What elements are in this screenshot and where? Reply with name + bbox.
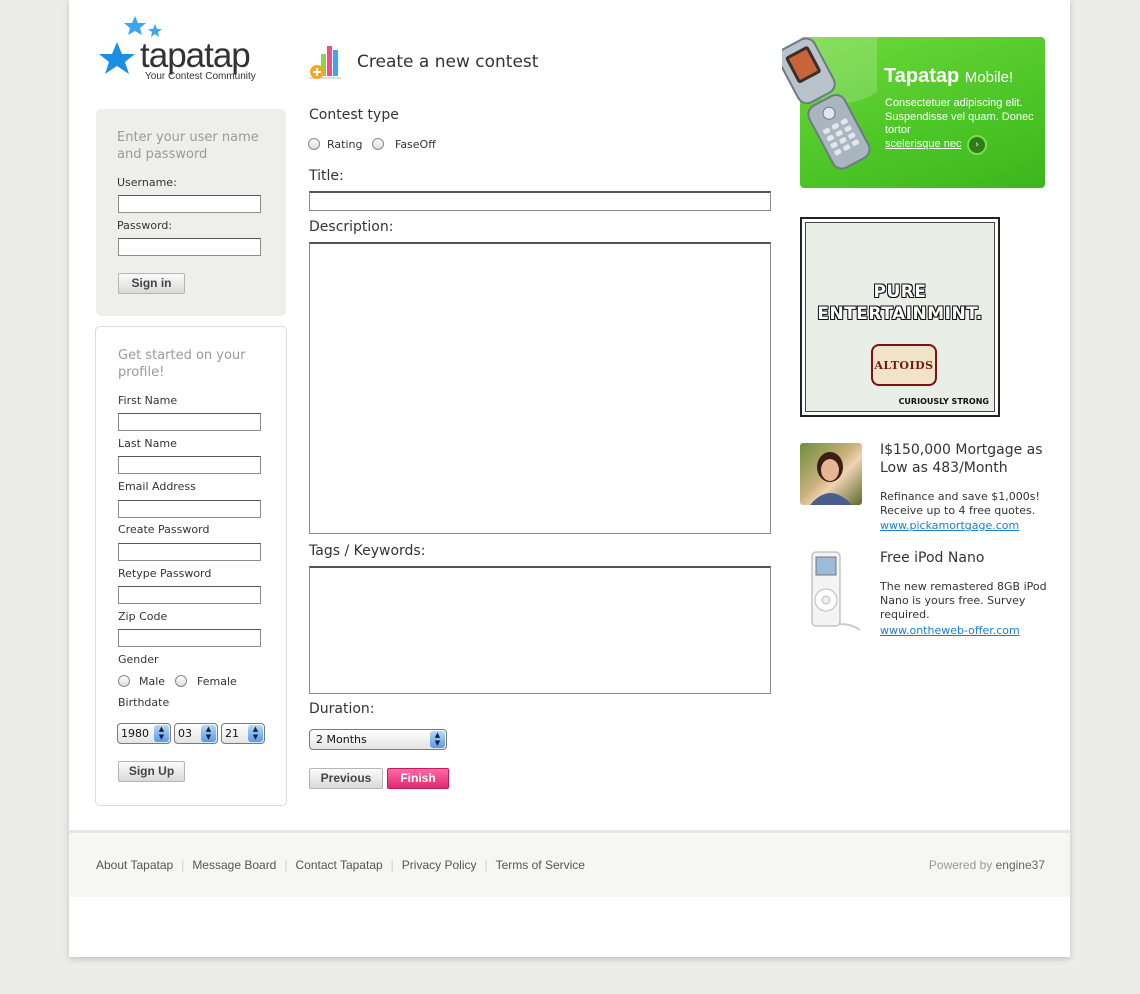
page-title: Create a new contest bbox=[357, 52, 539, 72]
spinner-arrows-icon: ▲ ▼ bbox=[430, 731, 445, 748]
altoids-tin-logo: ALTOIDS bbox=[871, 344, 937, 386]
altoids-headline: PURE ENTERTAINMINT. bbox=[806, 281, 994, 325]
promo-text: Consectetuer adipiscing elit. Suspendiss… bbox=[885, 97, 1034, 136]
powered-name: engine37 bbox=[995, 858, 1045, 872]
login-heading: Enter your user name and password bbox=[117, 130, 259, 162]
footer-link-about[interactable]: About Tapatap bbox=[96, 858, 173, 872]
footer-link-privacy[interactable]: Privacy Policy bbox=[402, 858, 477, 872]
footer-separator: | bbox=[484, 858, 488, 872]
spinner-arrows-icon: ▲ ▼ bbox=[201, 725, 216, 742]
promo-link[interactable]: scelerisque nec bbox=[885, 138, 961, 150]
last-name-label: Last Name bbox=[118, 437, 177, 450]
first-name-label: First Name bbox=[118, 394, 178, 407]
altoids-ad-inner: PURE ENTERTAINMINT. ALTOIDS CURIOUSLY ST… bbox=[805, 222, 995, 412]
create-password-label: Create Password bbox=[118, 523, 210, 536]
previous-button[interactable]: Previous bbox=[309, 768, 383, 789]
footer-link-message-board[interactable]: Message Board bbox=[192, 858, 276, 872]
type-faceoff-label: FaseOff bbox=[395, 138, 436, 151]
login-panel: Enter your user name and password Userna… bbox=[96, 109, 286, 316]
tags-textarea[interactable] bbox=[309, 566, 771, 694]
mortgage-ad-photo[interactable] bbox=[800, 443, 862, 505]
promo-go-icon[interactable]: › bbox=[967, 135, 987, 155]
finish-button[interactable]: Finish bbox=[387, 768, 449, 789]
email-label: Email Address bbox=[118, 480, 196, 493]
footer-link-terms[interactable]: Terms of Service bbox=[496, 858, 585, 872]
username-label: Username: bbox=[117, 176, 177, 189]
tags-label: Tags / Keywords: bbox=[309, 543, 426, 559]
contest-type-label: Contest type bbox=[309, 107, 399, 123]
birth-day-value: 21 bbox=[225, 727, 239, 740]
footer-separator: | bbox=[390, 858, 394, 872]
signup-heading: Get started on your profile! bbox=[118, 348, 246, 380]
promo-title-main: Tapatap bbox=[884, 65, 960, 87]
gender-male-radio[interactable] bbox=[118, 675, 130, 687]
username-input[interactable] bbox=[118, 195, 261, 213]
ad2-link[interactable]: www.ontheweb-offer.com bbox=[880, 624, 1020, 637]
description-textarea[interactable] bbox=[309, 242, 771, 534]
birth-year-select[interactable]: 1980 ▲ ▼ bbox=[117, 723, 171, 744]
birthdate-label: Birthdate bbox=[118, 696, 170, 709]
signup-button[interactable]: Sign Up bbox=[118, 761, 185, 782]
altoids-brand: ALTOIDS bbox=[874, 359, 934, 372]
altoids-ad[interactable]: PURE ENTERTAINMINT. ALTOIDS CURIOUSLY ST… bbox=[800, 217, 1000, 417]
site-logo[interactable]: tapatap Your Contest Community bbox=[97, 14, 272, 86]
type-faceoff-radio[interactable] bbox=[372, 138, 384, 150]
promo-title: Tapatap Mobile! bbox=[884, 65, 1013, 88]
signin-button[interactable]: Sign in bbox=[118, 273, 185, 294]
altoids-line1: PURE bbox=[873, 282, 927, 302]
gender-male-label: Male bbox=[139, 675, 166, 688]
spinner-arrows-icon: ▲ ▼ bbox=[248, 725, 263, 742]
ad2-body: The new remastered 8GB iPod Nano is your… bbox=[880, 580, 1047, 621]
page-container: tapatap Your Contest Community Enter you… bbox=[69, 0, 1070, 957]
gender-female-radio[interactable] bbox=[175, 675, 187, 687]
footer-nav: About Tapatap | Message Board | Contact Tapa… bbox=[96, 858, 585, 872]
create-password-input[interactable] bbox=[118, 543, 261, 561]
altoids-line2: ENTERTAINMINT. bbox=[817, 304, 983, 324]
person-photo-icon bbox=[810, 452, 852, 505]
zip-input[interactable] bbox=[118, 629, 261, 647]
mobile-promo-banner[interactable]: Tapatap Mobile! Consectetuer adipiscing … bbox=[782, 33, 1045, 188]
ipod-nano-icon[interactable] bbox=[800, 550, 862, 632]
email-input[interactable] bbox=[118, 500, 261, 518]
title-label: Title: bbox=[309, 168, 344, 184]
duration-value: 2 Months bbox=[316, 733, 367, 746]
create-contest-icon bbox=[309, 46, 341, 79]
logo-wordmark: tapatap bbox=[140, 36, 251, 75]
footer-link-contact[interactable]: Contact Tapatap bbox=[295, 858, 382, 872]
powered-prefix: Powered by bbox=[928, 858, 993, 872]
ad2-title[interactable]: Free iPod Nano bbox=[880, 549, 1050, 567]
footer-separator: | bbox=[284, 858, 288, 872]
logo-tagline: Your Contest Community bbox=[145, 71, 256, 82]
promo-title-sub: Mobile! bbox=[964, 69, 1014, 86]
promo-text-block: Consectetuer adipiscing elit. Suspendiss… bbox=[885, 97, 1035, 151]
spinner-arrows-icon: ▲ ▼ bbox=[154, 725, 169, 742]
birth-year-value: 1980 bbox=[121, 727, 149, 740]
duration-label: Duration: bbox=[309, 701, 375, 717]
birth-day-select[interactable]: 21 ▲ ▼ bbox=[221, 723, 265, 744]
type-rating-label: Rating bbox=[327, 138, 363, 151]
signup-panel: Get started on your profile! First Name … bbox=[95, 326, 287, 806]
title-input[interactable] bbox=[309, 191, 771, 211]
birth-month-value: 03 bbox=[178, 727, 192, 740]
password-label: Password: bbox=[117, 219, 173, 232]
gender-female-label: Female bbox=[197, 675, 237, 688]
zip-label: Zip Code bbox=[118, 610, 168, 623]
last-name-input[interactable] bbox=[118, 456, 261, 474]
description-label: Description: bbox=[309, 219, 394, 235]
birth-month-select[interactable]: 03 ▲ ▼ bbox=[174, 723, 218, 744]
duration-select[interactable]: 2 Months ▲ ▼ bbox=[309, 729, 447, 750]
gender-label: Gender bbox=[118, 653, 159, 666]
powered-by[interactable]: Powered by engine37 bbox=[929, 858, 1045, 872]
flip-phone-icon bbox=[782, 33, 877, 170]
ad1-link[interactable]: www.pickamortgage.com bbox=[880, 519, 1019, 532]
password-input[interactable] bbox=[118, 238, 261, 256]
type-rating-radio[interactable] bbox=[308, 138, 320, 150]
ad1-body: Refinance and save $1,000s! Receive up t… bbox=[880, 490, 1040, 517]
ad1-title[interactable]: I$150,000 Mortgage as Low as 483/Month bbox=[880, 441, 1050, 477]
retype-password-input[interactable] bbox=[118, 586, 261, 604]
first-name-input[interactable] bbox=[118, 413, 261, 431]
altoids-tagline: CURIOUSLY STRONG bbox=[898, 397, 989, 406]
retype-password-label: Retype Password bbox=[118, 567, 212, 580]
footer-separator: | bbox=[181, 858, 185, 872]
